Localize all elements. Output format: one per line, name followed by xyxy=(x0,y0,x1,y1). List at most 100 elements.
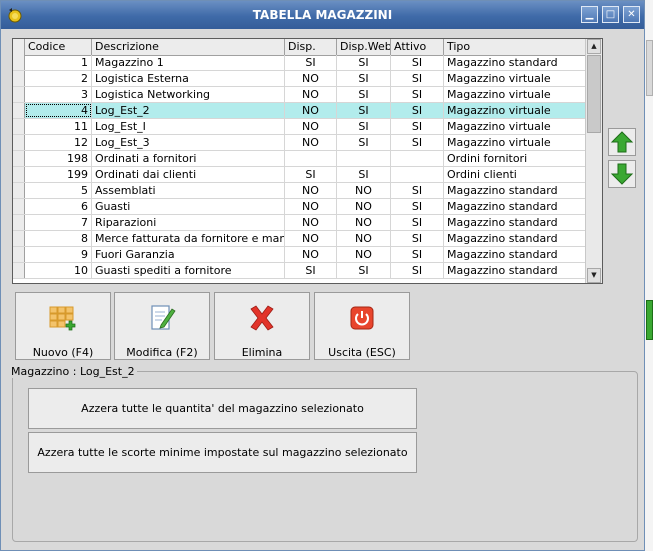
table-row[interactable]: 6 Guasti NO NO SI Magazzino standard xyxy=(13,199,587,215)
cell-tipo[interactable]: Magazzino standard xyxy=(444,199,587,214)
cell-tipo[interactable]: Magazzino virtuale xyxy=(444,103,587,118)
cell-attivo[interactable]: SI xyxy=(391,215,444,230)
edit-button[interactable]: Modifica (F2) xyxy=(114,292,210,360)
title-bar[interactable]: TABELLA MAGAZZINI ▁ □ ✕ xyxy=(1,1,644,29)
cell-disp[interactable]: SI xyxy=(285,55,337,70)
cell-tipo[interactable]: Magazzino virtuale xyxy=(444,119,587,134)
table-scrollbar[interactable]: ▲ ▼ xyxy=(585,39,602,283)
column-header-codice[interactable]: Codice xyxy=(25,39,92,55)
table-row[interactable]: 9 Fuori Garanzia NO NO SI Magazzino standard xyxy=(13,247,587,263)
column-header-descrizione[interactable]: Descrizione xyxy=(92,39,285,55)
cell-attivo[interactable]: SI xyxy=(391,87,444,102)
cell-codice[interactable]: 11 xyxy=(25,119,92,134)
cell-tipo[interactable]: Magazzino standard xyxy=(444,55,587,70)
cell-tipo[interactable]: Magazzino standard xyxy=(444,231,587,246)
row-indicator[interactable] xyxy=(13,247,25,262)
cell-tipo[interactable]: Magazzino virtuale xyxy=(444,135,587,150)
cell-tipo[interactable]: Magazzino standard xyxy=(444,263,587,278)
cell-disp[interactable]: NO xyxy=(285,183,337,198)
cell-attivo[interactable]: SI xyxy=(391,135,444,150)
cell-disp[interactable]: NO xyxy=(285,71,337,86)
move-down-button[interactable] xyxy=(608,160,636,188)
cell-codice[interactable]: 199 xyxy=(25,167,92,182)
row-indicator[interactable] xyxy=(13,71,25,86)
cell-tipo[interactable]: Magazzino virtuale xyxy=(444,87,587,102)
cell-descrizione[interactable]: Log_Est_3 xyxy=(92,135,285,150)
row-indicator[interactable] xyxy=(13,103,25,118)
cell-disp-web[interactable] xyxy=(337,151,391,166)
column-header-attivo[interactable]: Attivo xyxy=(391,39,444,55)
cell-attivo[interactable]: SI xyxy=(391,119,444,134)
cell-attivo[interactable]: SI xyxy=(391,231,444,246)
cell-disp-web[interactable]: SI xyxy=(337,135,391,150)
table-row[interactable]: 10 Guasti spediti a fornitore SI SI SI Magazz… xyxy=(13,263,587,279)
cell-disp[interactable]: NO xyxy=(285,231,337,246)
table-row[interactable]: 8 Merce fatturata da fornitore e manc… NO N… xyxy=(13,231,587,247)
cell-disp[interactable]: NO xyxy=(285,247,337,262)
table-row-selected[interactable]: 4 Log_Est_2 NO SI SI Magazzino virtuale xyxy=(13,103,587,119)
cell-disp[interactable] xyxy=(285,151,337,166)
row-indicator[interactable] xyxy=(13,231,25,246)
scroll-down-button[interactable]: ▼ xyxy=(587,268,601,283)
table-row[interactable]: 3 Logistica Networking NO SI SI Magazzino vir… xyxy=(13,87,587,103)
cell-tipo[interactable]: Magazzino standard xyxy=(444,247,587,262)
cell-disp[interactable]: NO xyxy=(285,215,337,230)
row-indicator[interactable] xyxy=(13,87,25,102)
cell-disp-web[interactable]: SI xyxy=(337,71,391,86)
maximize-button[interactable]: □ xyxy=(602,6,619,23)
cell-attivo[interactable]: SI xyxy=(391,247,444,262)
warehouse-table[interactable]: Codice Descrizione Disp. Disp.Web Attivo… xyxy=(12,38,603,284)
cell-codice[interactable]: 1 xyxy=(25,55,92,70)
scrollbar-thumb[interactable] xyxy=(587,55,601,133)
minimize-button[interactable]: ▁ xyxy=(581,6,598,23)
row-indicator[interactable] xyxy=(13,199,25,214)
cell-disp[interactable]: SI xyxy=(285,167,337,182)
row-indicator[interactable] xyxy=(13,119,25,134)
table-row[interactable]: 5 Assemblati NO NO SI Magazzino standard xyxy=(13,183,587,199)
cell-codice[interactable]: 198 xyxy=(25,151,92,166)
cell-disp[interactable]: NO xyxy=(285,135,337,150)
cell-tipo[interactable]: Magazzino standard xyxy=(444,215,587,230)
cell-disp[interactable]: NO xyxy=(285,103,337,118)
cell-codice[interactable]: 10 xyxy=(25,263,92,278)
cell-codice[interactable]: 6 xyxy=(25,199,92,214)
cell-codice[interactable]: 7 xyxy=(25,215,92,230)
row-indicator[interactable] xyxy=(13,183,25,198)
cell-disp[interactable]: NO xyxy=(285,199,337,214)
table-row[interactable]: 12 Log_Est_3 NO SI SI Magazzino virtuale xyxy=(13,135,587,151)
cell-descrizione[interactable]: Guasti spediti a fornitore xyxy=(92,263,285,278)
column-header-disp[interactable]: Disp. xyxy=(285,39,337,55)
cell-descrizione[interactable]: Logistica Esterna xyxy=(92,71,285,86)
table-row[interactable]: 199 Ordinati dai clienti SI SI Ordini client… xyxy=(13,167,587,183)
row-indicator[interactable] xyxy=(13,55,25,70)
reset-quantities-button[interactable]: Azzera tutte le quantita' del magazzino … xyxy=(28,388,417,429)
reset-minimum-stock-button[interactable]: Azzera tutte le scorte minime impostate … xyxy=(28,432,417,473)
cell-disp-web[interactable]: NO xyxy=(337,215,391,230)
cell-disp-web[interactable]: SI xyxy=(337,87,391,102)
close-button[interactable]: ✕ xyxy=(623,6,640,23)
cell-codice[interactable]: 9 xyxy=(25,247,92,262)
cell-disp-web[interactable]: NO xyxy=(337,199,391,214)
cell-descrizione[interactable]: Log_Est_2 xyxy=(92,103,285,118)
cell-descrizione[interactable]: Log_Est_I xyxy=(92,119,285,134)
cell-codice[interactable]: 12 xyxy=(25,135,92,150)
exit-button[interactable]: Uscita (ESC) xyxy=(314,292,410,360)
cell-tipo[interactable]: Ordini fornitori xyxy=(444,151,587,166)
cell-descrizione[interactable]: Guasti xyxy=(92,199,285,214)
table-row[interactable]: 1 Magazzino 1 SI SI SI Magazzino standard xyxy=(13,55,587,71)
cell-disp[interactable]: SI xyxy=(285,263,337,278)
table-row[interactable]: 198 Ordinati a fornitori Ordini fornitori xyxy=(13,151,587,167)
cell-tipo[interactable]: Magazzino virtuale xyxy=(444,71,587,86)
cell-tipo[interactable]: Ordini clienti xyxy=(444,167,587,182)
table-row[interactable]: 11 Log_Est_I NO SI SI Magazzino virtuale xyxy=(13,119,587,135)
cell-descrizione[interactable]: Magazzino 1 xyxy=(92,55,285,70)
delete-button[interactable]: Elimina xyxy=(214,292,310,360)
row-indicator[interactable] xyxy=(13,215,25,230)
cell-descrizione[interactable]: Fuori Garanzia xyxy=(92,247,285,262)
table-row[interactable]: 7 Riparazioni NO NO SI Magazzino standard xyxy=(13,215,587,231)
cell-descrizione[interactable]: Riparazioni xyxy=(92,215,285,230)
cell-descrizione[interactable]: Ordinati dai clienti xyxy=(92,167,285,182)
cell-disp[interactable]: NO xyxy=(285,119,337,134)
new-button[interactable]: Nuovo (F4) xyxy=(15,292,111,360)
cell-codice[interactable]: 2 xyxy=(25,71,92,86)
